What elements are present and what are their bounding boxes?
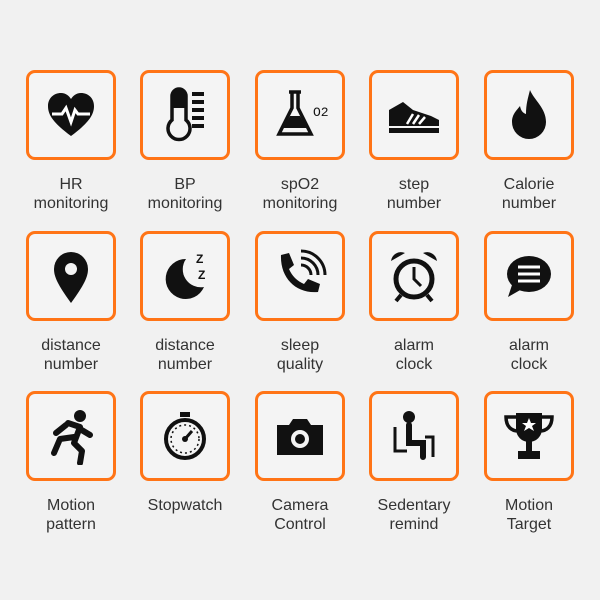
feature-label-line2: pattern (46, 516, 96, 533)
feature-icon-box (484, 391, 574, 481)
feature-running: Motion pattern (13, 391, 129, 534)
heart-rate-icon (48, 93, 94, 136)
feature-label-line2: monitoring (33, 195, 109, 212)
camera-icon (277, 419, 323, 455)
feature-label-line1: Camera (271, 497, 329, 514)
feature-label-line2: number (386, 195, 442, 212)
flask-o2-icon: O2 (276, 90, 329, 136)
flame-icon (512, 90, 546, 139)
feature-icon-box: ZZ (140, 231, 230, 321)
feature-label-line2: monitoring (147, 195, 223, 212)
feature-label: sleep quality (242, 336, 358, 374)
feature-camera: Camera Control (242, 391, 358, 534)
trophy-icon (504, 413, 554, 459)
alarm-clock-icon (391, 252, 437, 303)
feature-label-line1: Stopwatch (147, 497, 223, 514)
moon-sleep-icon: ZZ (165, 252, 205, 299)
location-pin-icon (54, 252, 88, 303)
svg-text:Z: Z (198, 268, 205, 282)
feature-icon-box (255, 231, 345, 321)
feature-heart-rate: HR monitoring (13, 70, 129, 213)
feature-label-line2: Control (274, 516, 326, 533)
feature-label: distance number (127, 336, 243, 374)
feature-label-line1: alarm (393, 337, 434, 354)
feature-stopwatch: Stopwatch (127, 391, 243, 515)
feature-icon-box (369, 70, 459, 160)
feature-label-line2: number (43, 356, 99, 373)
feature-label-line2: number (501, 195, 557, 212)
feature-icon-box (140, 391, 230, 481)
feature-icon-box (26, 231, 116, 321)
feature-label: spO2 monitoring (242, 175, 358, 213)
feature-label-line2: clock (510, 356, 548, 373)
svg-text:Z: Z (196, 252, 203, 266)
feature-flame: Calorie number (471, 70, 587, 213)
feature-label-line2: number (157, 356, 213, 373)
feature-thermometer: BP monitoring (127, 70, 243, 213)
running-icon (51, 410, 93, 465)
feature-label: HR monitoring (13, 175, 129, 213)
feature-label-line1: Sedentary (377, 497, 451, 514)
feature-icon-box (140, 70, 230, 160)
feature-label: alarm clock (356, 336, 472, 374)
feature-message-bubble: alarm clock (471, 231, 587, 374)
feature-label-line2: monitoring (262, 195, 338, 212)
feature-icon-box (255, 391, 345, 481)
feature-label-line1: distance (41, 337, 101, 354)
feature-label: Stopwatch (127, 496, 243, 515)
feature-label-line1: Calorie (503, 176, 555, 193)
feature-shoe: step number (356, 70, 472, 213)
feature-label: BP monitoring (127, 175, 243, 213)
feature-icon-box (369, 231, 459, 321)
feature-label: Calorie number (471, 175, 587, 213)
feature-alarm-clock: alarm clock (356, 231, 472, 374)
feature-icon-box: O2 (255, 70, 345, 160)
feature-label-line1: BP (174, 176, 196, 193)
feature-label-line1: spO2 (280, 176, 320, 193)
feature-icon-box (26, 70, 116, 160)
feature-label-line1: alarm (508, 337, 549, 354)
feature-label-line1: Motion (504, 497, 554, 514)
message-bubble-icon (507, 256, 551, 297)
feature-icon-box (26, 391, 116, 481)
feature-label: alarm clock (471, 336, 587, 374)
feature-label-line2: remind (389, 516, 439, 533)
feature-label-line2: quality (276, 356, 324, 373)
feature-label-line1: step (398, 176, 430, 193)
feature-label: Motion pattern (13, 496, 129, 534)
svg-text:O2: O2 (313, 105, 329, 120)
feature-label-line2: Target (506, 516, 552, 533)
phone-call-icon (280, 249, 327, 293)
feature-label-line1: Motion (46, 497, 96, 514)
feature-icon-box (484, 70, 574, 160)
feature-icon-box (484, 231, 574, 321)
feature-label: distance number (13, 336, 129, 374)
feature-moon-sleep: ZZ distance number (127, 231, 243, 374)
feature-flask-o2: O2 spO2 monitoring (242, 70, 358, 213)
stopwatch-icon (164, 412, 206, 460)
feature-label-line2: clock (395, 356, 433, 373)
thermometer-icon (166, 87, 204, 142)
feature-location-pin: distance number (13, 231, 129, 374)
feature-sitting-person: Sedentary remind (356, 391, 472, 534)
feature-label: step number (356, 175, 472, 213)
sitting-person-icon (393, 411, 435, 460)
feature-phone-call: sleep quality (242, 231, 358, 374)
feature-label-line1: sleep (280, 337, 320, 354)
feature-trophy: Motion Target (471, 391, 587, 534)
shoe-icon (389, 102, 439, 133)
feature-icon-box (369, 391, 459, 481)
feature-label-line1: HR (59, 176, 83, 193)
feature-label: Camera Control (242, 496, 358, 534)
feature-label-line1: distance (155, 337, 215, 354)
feature-label: Motion Target (471, 496, 587, 534)
feature-label: Sedentary remind (356, 496, 472, 534)
